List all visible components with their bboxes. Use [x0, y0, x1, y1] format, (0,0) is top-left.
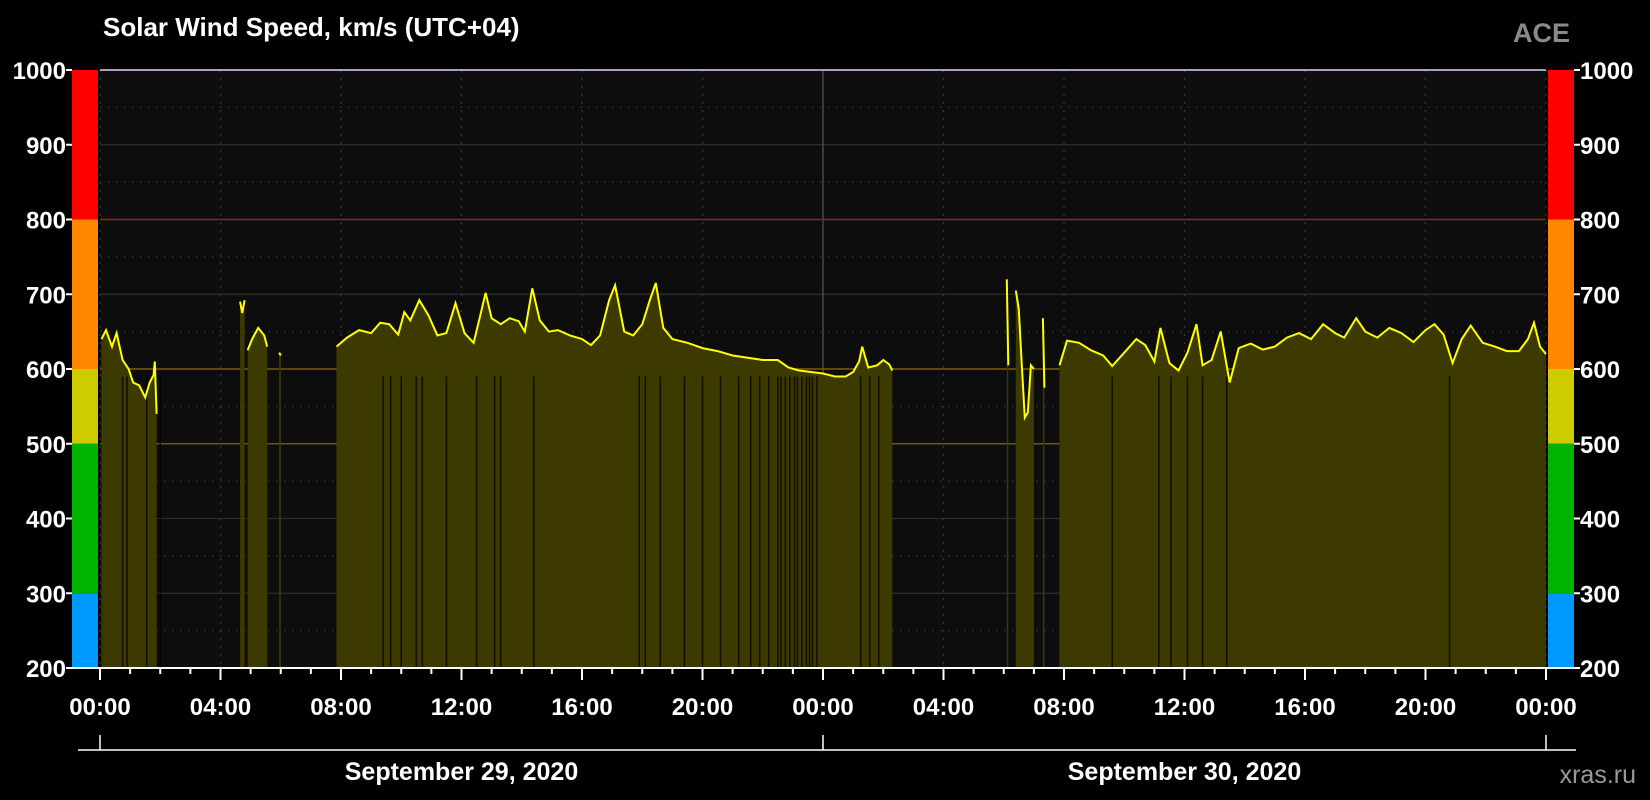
y-tick-label-left: 400: [26, 507, 66, 534]
speed-area-3: [279, 352, 281, 668]
x-tick-label: 04:00: [913, 694, 974, 721]
solar-wind-chart: 200 200 300 300 400 400 500 500 600 600 700 700 800 8…: [13, 58, 1634, 786]
speed-area-8: [1059, 318, 1546, 668]
y-tick-label-right: 900: [1580, 133, 1620, 160]
level-bar-left-3: [72, 219, 98, 369]
x-tick-label: 00:00: [792, 694, 853, 721]
level-bar-right-3: [1548, 219, 1574, 369]
x-tick-label: 12:00: [431, 694, 492, 721]
y-tick-label-right: 1000: [1580, 58, 1633, 85]
y-tick-label-left: 300: [26, 581, 66, 608]
level-bar-right-4: [1548, 70, 1574, 220]
y-tick-label-left: 800: [26, 208, 66, 235]
y-tick-label-left: 500: [26, 432, 66, 459]
x-tick-label: 08:00: [310, 694, 371, 721]
level-bar-left-0: [72, 593, 98, 668]
level-bar-right-2: [1548, 369, 1574, 444]
y-tick-label-right: 600: [1580, 357, 1620, 384]
y-tick-label-right: 500: [1580, 432, 1620, 459]
y-tick-label-left: 200: [26, 656, 66, 683]
date-label: September 30, 2020: [1068, 758, 1301, 786]
y-tick-label-left: 700: [26, 282, 66, 309]
x-tick-label: 20:00: [1395, 694, 1456, 721]
level-bar-left-4: [72, 70, 98, 220]
y-tick-label-right: 700: [1580, 282, 1620, 309]
x-tick-label: 00:00: [69, 694, 130, 721]
y-tick-label-left: 900: [26, 133, 66, 160]
x-tick-label: 20:00: [672, 694, 733, 721]
x-tick-label: 08:00: [1033, 694, 1094, 721]
level-bar-right-1: [1548, 443, 1574, 594]
x-tick-label: 12:00: [1154, 694, 1215, 721]
x-tick-label: 16:00: [551, 694, 612, 721]
x-tick-label: 04:00: [190, 694, 251, 721]
level-bar-left-2: [72, 369, 98, 444]
x-tick-label: 00:00: [1515, 694, 1576, 721]
speed-area-2: [247, 327, 268, 668]
y-tick-label-right: 300: [1580, 581, 1620, 608]
y-tick-label-right: 800: [1580, 208, 1620, 235]
level-bar-right-0: [1548, 593, 1574, 668]
y-tick-label-right: 400: [1580, 507, 1620, 534]
x-tick-label: 16:00: [1274, 694, 1335, 721]
speed-area-1: [240, 300, 245, 668]
level-bar-left-1: [72, 443, 98, 594]
y-tick-label-left: 1000: [13, 58, 66, 85]
y-tick-label-left: 600: [26, 357, 66, 384]
speed-line-3: [278, 352, 282, 356]
y-tick-label-right: 200: [1580, 656, 1620, 683]
date-label: September 29, 2020: [345, 758, 578, 786]
